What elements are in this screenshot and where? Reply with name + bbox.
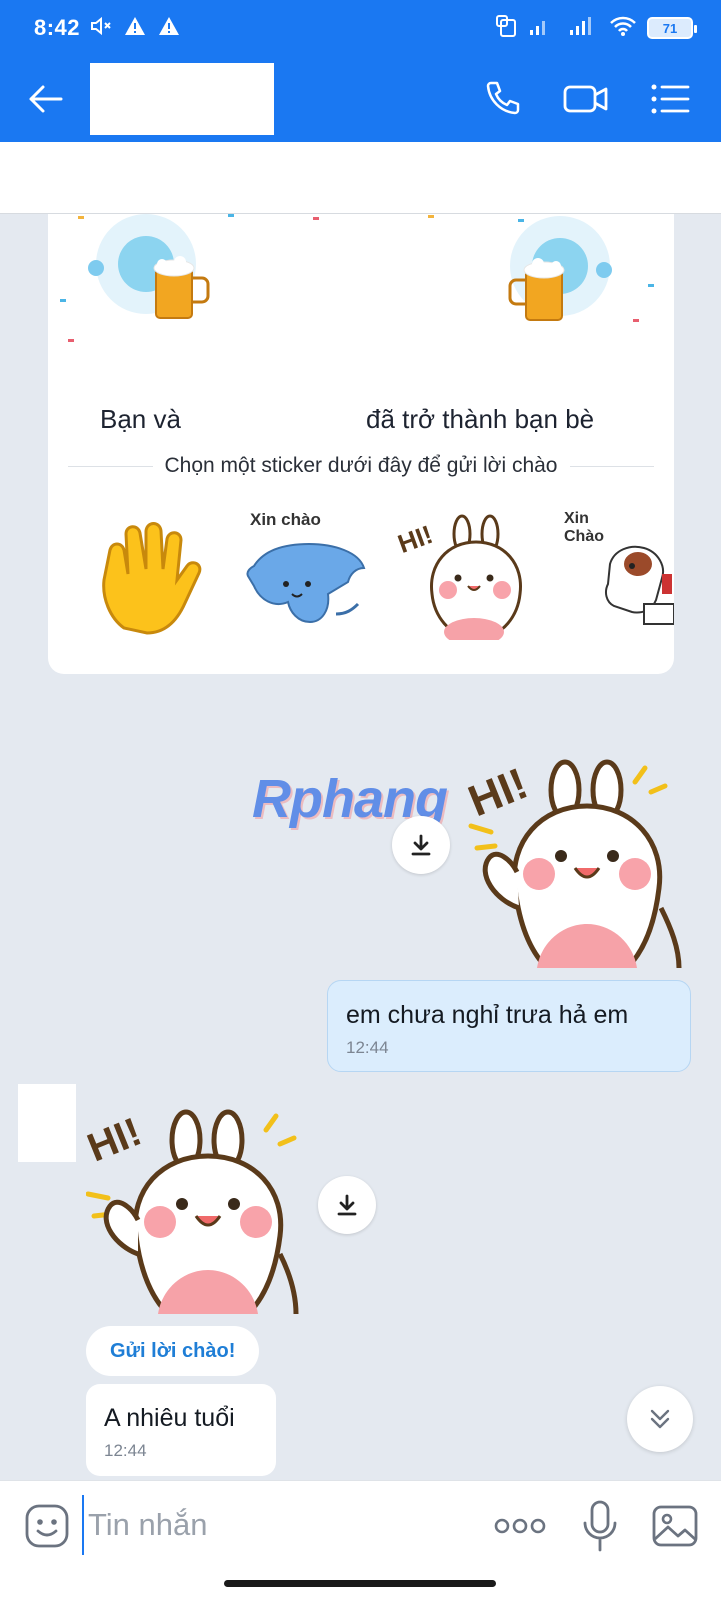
received-bunny-hi-sticker[interactable]: HI!: [82, 1104, 312, 1314]
confetti-decoration: [648, 284, 654, 287]
double-chevron-down-icon: [650, 1409, 670, 1429]
incoming-message-bubble[interactable]: A nhiêu tuổi 12:44: [86, 1384, 276, 1476]
microphone-icon: [583, 1500, 617, 1552]
new-friend-card: Bạn và đã trở thành bạn bè Chọn một stic…: [48, 214, 674, 674]
battery-icon: 71: [647, 17, 697, 39]
sticker-caption: Xin chào: [250, 510, 321, 529]
status-bar: 8:42 71: [0, 0, 721, 56]
voice-record-button[interactable]: [580, 1499, 620, 1553]
message-time: 12:44: [346, 1038, 389, 1057]
confetti-decoration: [428, 215, 434, 218]
top-banner: [0, 142, 721, 214]
download-icon: [411, 834, 431, 856]
message-text: em chưa nghỉ trưa hả em: [346, 1001, 629, 1029]
sticker-prompt-text: Chọn một sticker dưới đây để gửi lời chà…: [164, 454, 558, 477]
confetti-decoration: [60, 299, 66, 302]
home-indicator[interactable]: [224, 1580, 496, 1587]
cat-xin-chao-sticker[interactable]: Xin chào: [244, 510, 374, 640]
confetti-decoration: [313, 217, 319, 220]
more-dots-icon: [494, 1518, 546, 1534]
greeting-sticker-list: Xin chào HI! Xin Chào: [48, 510, 674, 650]
warning-icon: [124, 16, 146, 41]
send-greeting-button[interactable]: Gửi lời chào!: [86, 1326, 260, 1376]
message-text: A nhiêu tuổi: [104, 1404, 235, 1432]
divider-line: [569, 465, 654, 467]
wifi-icon: [609, 15, 637, 42]
wave-hand-sticker[interactable]: [94, 510, 204, 640]
voice-call-button[interactable]: [479, 76, 525, 122]
sent-bunny-hi-sticker[interactable]: HI!: [462, 758, 695, 968]
scroll-to-bottom-button[interactable]: [627, 1386, 693, 1452]
friend-title: Bạn và đã trở thành bạn bè: [48, 404, 674, 444]
chat-header: [0, 56, 721, 142]
outgoing-message-bubble[interactable]: em chưa nghỉ trưa hả em 12:44: [327, 980, 691, 1072]
confetti-decoration: [633, 319, 639, 322]
confetti-decoration: [68, 339, 74, 342]
image-gallery-icon: [652, 1505, 698, 1547]
mute-icon: [90, 16, 112, 41]
video-call-button[interactable]: [563, 76, 609, 122]
contact-name[interactable]: [90, 63, 274, 135]
confetti-decoration: [78, 216, 84, 219]
dog-xin-chao-sticker[interactable]: Xin Chào: [560, 510, 674, 640]
video-camera-icon: [563, 85, 608, 113]
download-icon: [337, 1194, 357, 1216]
list-menu-icon: [651, 84, 690, 114]
signal-icon: [529, 16, 559, 41]
smiley-icon: [25, 1504, 69, 1548]
message-time: 12:44: [104, 1441, 147, 1460]
friend-title-part1: Bạn và: [100, 404, 181, 434]
download-sticker-button[interactable]: [392, 816, 450, 874]
avatar[interactable]: [18, 1084, 76, 1162]
sim-icon: [495, 14, 519, 43]
divider-line: [68, 465, 153, 467]
bunny-hi-sticker[interactable]: HI!: [394, 510, 530, 640]
options-menu-button[interactable]: [647, 76, 693, 122]
more-options-button[interactable]: [492, 1509, 548, 1543]
back-button[interactable]: [0, 56, 90, 142]
friend-title-part2: đã trở thành bạn bè: [366, 404, 595, 434]
send-image-button[interactable]: [650, 1501, 700, 1551]
confetti-decoration: [228, 214, 234, 217]
sticker-picker-button[interactable]: [24, 1503, 70, 1549]
back-arrow-icon: [29, 85, 63, 113]
sticker-prompt: Chọn một sticker dưới đây để gửi lời chà…: [68, 454, 654, 478]
download-sticker-button[interactable]: [318, 1176, 376, 1234]
phone-icon: [486, 81, 520, 115]
warning-icon: [158, 16, 180, 41]
signal-icon: [569, 16, 599, 41]
message-input[interactable]: [82, 1495, 462, 1555]
confetti-decoration: [518, 219, 524, 222]
status-time: 8:42: [34, 15, 81, 40]
